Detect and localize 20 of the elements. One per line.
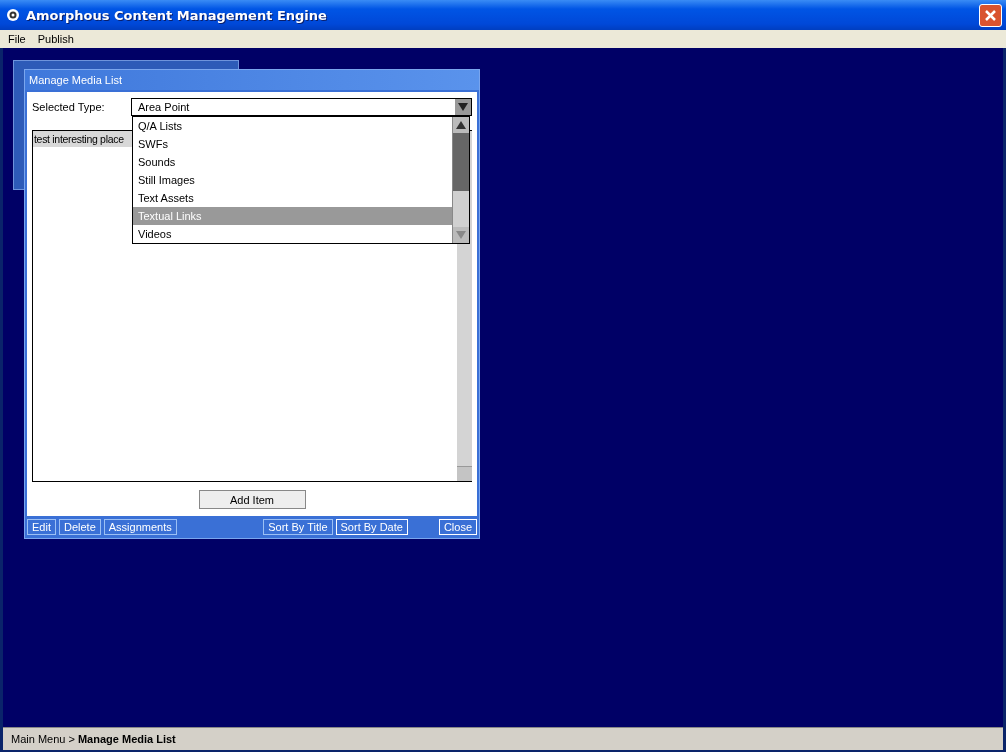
menu-item[interactable]: Publish: [31, 33, 80, 45]
close-icon[interactable]: [979, 3, 1002, 27]
sort-button[interactable]: Sort By Date: [335, 519, 408, 535]
dialog-title: Manage Media List: [29, 74, 122, 86]
add-item-button[interactable]: Add Item: [198, 490, 306, 509]
gear-icon: [6, 8, 20, 22]
scroll-up-icon: [456, 121, 466, 129]
menu-item[interactable]: File: [2, 33, 32, 45]
close-button[interactable]: Close: [438, 519, 477, 535]
breadcrumb: Main Menu > Manage Media List: [11, 733, 176, 745]
dropdown-arrow-icon: [458, 103, 468, 111]
type-dropdown[interactable]: Area Point: [131, 98, 472, 116]
toolbar-button[interactable]: Assignments: [103, 519, 177, 535]
toolbar-button[interactable]: Delete: [58, 519, 101, 535]
scrollbar[interactable]: [452, 117, 469, 243]
type-label: Selected Type:: [32, 101, 106, 113]
sort-button[interactable]: Sort By Title: [263, 519, 333, 535]
window-title: Amorphous Content Management Engine: [26, 7, 328, 23]
toolbar-button[interactable]: Edit: [27, 519, 56, 535]
scroll-down-icon: [456, 231, 466, 239]
